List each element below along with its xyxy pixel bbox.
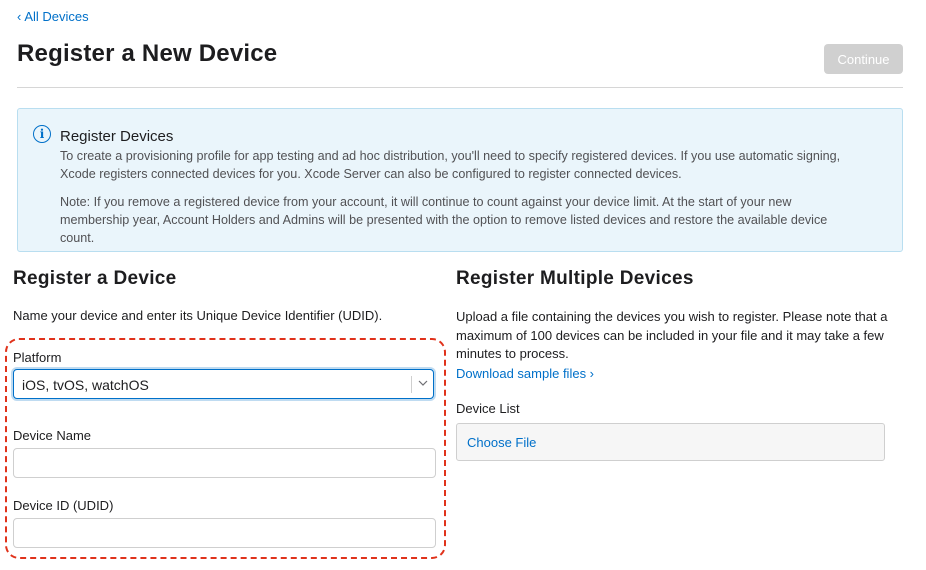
register-multiple-intro: Upload a file containing the devices you…: [456, 309, 888, 361]
register-device-heading: Register a Device: [13, 268, 177, 289]
download-sample-files-link[interactable]: Download sample files ›: [456, 366, 594, 381]
all-devices-label: All Devices: [24, 9, 89, 24]
info-note: Note: If you remove a registered device …: [60, 195, 828, 245]
register-device-intro: Name your device and enter its Unique De…: [13, 308, 383, 323]
info-paragraph: To create a provisioning profile for app…: [60, 149, 841, 181]
info-heading: Register Devices: [60, 128, 174, 145]
title-divider: [17, 87, 903, 88]
choose-file-button[interactable]: Choose File: [467, 435, 536, 450]
page-title: Register a New Device: [17, 40, 278, 67]
highlight-annotation: [5, 338, 446, 559]
all-devices-link[interactable]: ‹ All Devices: [17, 9, 89, 24]
register-multiple-heading: Register Multiple Devices: [456, 268, 694, 289]
info-icon: i: [33, 125, 51, 143]
device-list-label: Device List: [456, 401, 520, 416]
chevron-left-icon: ‹: [17, 9, 22, 24]
continue-button[interactable]: Continue: [824, 44, 903, 74]
